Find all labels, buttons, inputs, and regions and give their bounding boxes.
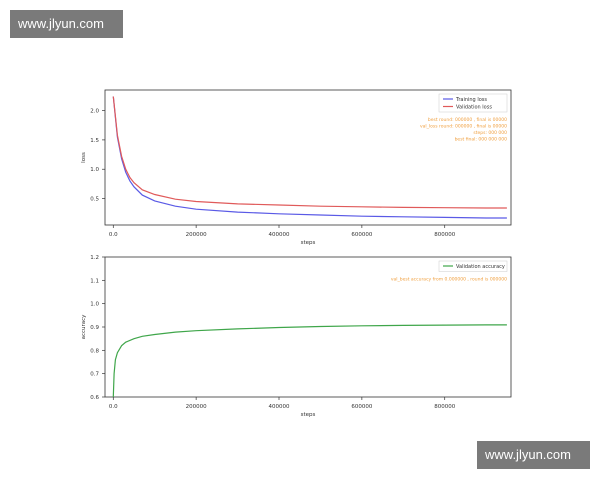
y-tick-label: 1.1 [90, 278, 99, 284]
annotation-text: best final: 000 000 000 [455, 137, 508, 143]
series-line-validation-loss [112, 96, 507, 209]
y-tick-label: 0.7 [90, 372, 99, 378]
annotation-text: best round: 000000 , final is 00000 [428, 117, 507, 123]
annotation-text: val_best accuracy from 0.000000 , round … [391, 277, 507, 283]
y-axis-label: loss [81, 152, 87, 163]
annotation-text: steps: 000 000 [473, 130, 507, 136]
y-axis-label: accuracy [81, 314, 87, 340]
y-tick-label: 1.0 [90, 167, 99, 173]
x-tick-label: 400000 [269, 232, 290, 238]
chart-loss: 0.0 200000 400000 600000 800000 0.5 1.0 1.5 2.0 s… [81, 89, 512, 246]
series-line-training-loss [112, 96, 507, 219]
figure: 0.0 200000 400000 600000 800000 0.5 1.0 1.5 2.0 s… [81, 89, 512, 418]
x-tick-label: 600000 [351, 232, 372, 238]
y-tick-label: 1.0 [90, 302, 99, 308]
x-tick-label: 0.0 [109, 404, 118, 410]
x-axis-label: steps [301, 412, 316, 418]
series-line-validation-accuracy [112, 324, 507, 398]
y-tick-label: 0.8 [90, 348, 99, 354]
y-tick-label: 0.5 [90, 197, 99, 203]
legend-label: Training loss [455, 97, 487, 103]
legend-label: Validation loss [456, 105, 492, 111]
x-tick-label: 800000 [434, 232, 455, 238]
y-tick-label: 1.5 [90, 138, 99, 144]
y-tick-label: 1.2 [90, 255, 99, 261]
x-tick-label: 0.0 [109, 232, 118, 238]
x-tick-label: 200000 [186, 232, 207, 238]
annotation-text: val_loss round: 000000 , final is 00000 [420, 124, 507, 130]
x-tick-label: 800000 [434, 404, 455, 410]
y-tick-label: 0.6 [90, 395, 99, 401]
chart-accuracy: 0.0 200000 400000 600000 800000 0.6 0.7 0.8 0.9 1… [81, 255, 512, 418]
y-tick-label: 0.9 [90, 325, 99, 331]
legend-label: Validation accuracy [456, 264, 505, 270]
x-tick-label: 200000 [186, 404, 207, 410]
x-tick-label: 400000 [269, 404, 290, 410]
y-tick-label: 2.0 [90, 109, 99, 115]
x-axis-label: steps [301, 240, 316, 246]
x-tick-label: 600000 [351, 404, 372, 410]
